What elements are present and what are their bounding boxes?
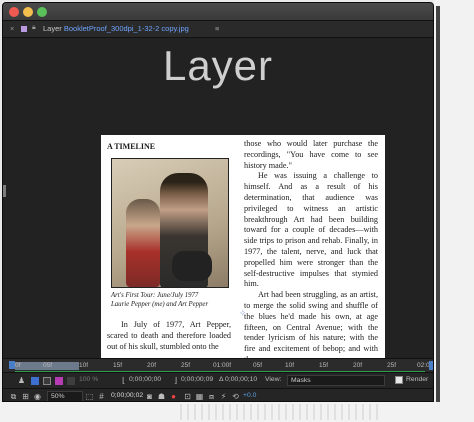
3d-view-icon[interactable]: ⧈ [207,392,216,401]
label-color-swatch [21,26,27,32]
view-dropdown-value: Masks [291,377,311,384]
right-paragraph-1: those who would later purchase the recor… [244,139,378,170]
panel-menu-icon[interactable]: ≡ [215,24,219,33]
tour-photo [111,158,229,288]
background-sketch [180,404,380,420]
ruler-tick: 10f [285,362,295,369]
zoom-window-button[interactable] [37,7,47,17]
ruler-tick: 0f [15,362,21,369]
right-column-text: those who would later purchase the recor… [244,139,378,359]
view-label: View: [265,376,282,383]
eye-icon[interactable]: ◉ [33,392,42,401]
switch-view-icon[interactable]: ⊞ [21,392,30,401]
booklet-page-image: A TIMELINE Art's First Tour: June/July 1… [101,135,385,359]
grid-icon[interactable]: # [97,392,106,401]
ruler-tick: 05f [253,362,263,369]
left-paragraph: In July of 1977, Art Pepper, scared to d… [107,320,231,351]
adjacent-window-edge [436,6,440,402]
channel-gray-swatch[interactable] [43,377,51,385]
layer-title-text: Layer [162,42,274,89]
caption-line-1: Art's First Tour: June/July 1977 [111,292,199,299]
layer-controls-bar: ♟ 100 % ⌊ 0;00;00;00 ⌋ 0;00;00;09 Δ 0;00… [3,372,433,388]
panel-tab[interactable]: Layer BookletProof_300dpi_1-32-2 copy.jp… [43,24,189,33]
left-edge-marker [3,185,6,197]
window-titlebar[interactable] [3,3,433,21]
layer-viewer[interactable]: Layer A TIMELINE Art's First Tour: June/… [3,38,433,359]
ruler-tick: 01:00f [213,362,232,369]
out-point-icon[interactable]: ⌋ [171,376,180,385]
show-snapshot-icon[interactable]: ☗ [157,392,166,401]
snapshot-icon[interactable]: ◙ [145,392,154,401]
anchor-point-icon[interactable]: ✧ [239,308,249,318]
current-time[interactable]: 0;00;00;02 [111,392,143,399]
background-desktop-bottom [0,402,474,422]
color-channel-icon[interactable]: ● [169,392,178,401]
instrument-case [172,251,212,281]
exposure-value[interactable]: +0.0 [243,392,256,399]
right-paragraph-3: Art had been struggling, as an artist, t… [244,290,378,359]
ruler-tick: 05f [43,362,53,369]
viewer-options-bar: ⧉ ⊞ ◉ 50% ⬚ # 0;00;00;02 ◙ ☗ ● ⊡ ▦ ⧈ ⚡ ⟲… [3,388,433,401]
render-checkbox[interactable] [395,376,403,384]
minimize-window-button[interactable] [23,7,33,17]
page-heading: A TIMELINE [107,142,156,151]
channel-blue-swatch[interactable] [31,377,39,385]
render-label: Render [406,376,429,383]
ruler-tick: 15f [319,362,329,369]
in-point-time[interactable]: 0;00;00;00 [129,376,161,383]
reset-exposure-icon[interactable]: ⟲ [231,392,240,401]
person-icon[interactable]: ♟ [17,376,26,385]
ruler-tick: 20f [353,362,363,369]
always-preview-icon[interactable]: ⧉ [9,392,18,401]
duration-time: Δ 0;00;00;10 [219,376,258,383]
ruler-tick: 20f [147,362,157,369]
caption-line-2: Laurie Pepper (me) and Art Pepper [111,300,209,308]
tab-prefix: Layer [43,24,62,33]
in-point-icon[interactable]: ⌊ [119,376,128,385]
fast-previews-icon[interactable]: ⚡ [219,392,228,401]
opacity-value[interactable]: 100 % [79,376,98,383]
out-point-time[interactable]: 0;00;00;09 [181,376,213,383]
time-ruler[interactable]: 0f 05f 10f 15f 20f 25f 01:00f 05f 10f 15… [3,358,433,373]
person-figure-left [126,199,160,287]
zoom-value: 50% [51,393,65,400]
ruler-tick: 15f [113,362,123,369]
transparency-grid-icon[interactable]: ▦ [195,392,204,401]
ruler-tick: 25f [181,362,191,369]
layer-viewer-window: × 🔒︎ Layer BookletProof_300dpi_1-32-2 co… [2,2,434,402]
ruler-tick: 02:0 [417,362,430,369]
view-dropdown[interactable]: Masks [287,375,385,386]
left-column-text: In July of 1977, Art Pepper, scared to d… [107,320,231,352]
ruler-tick: 25f [387,362,397,369]
close-tab-icon[interactable]: × [10,24,14,33]
right-paragraph-2: He was issuing a challenge to himself. A… [244,171,378,289]
close-window-button[interactable] [9,7,19,17]
panel-tab-bar: × 🔒︎ Layer BookletProof_300dpi_1-32-2 co… [3,21,433,38]
zoom-dropdown[interactable]: 50% [47,391,83,401]
title-safe-icon[interactable]: ⬚ [85,392,94,401]
ruler-tick: 10f [79,362,89,369]
opacity-swatch[interactable] [67,377,75,385]
tab-filename: BookletProof_300dpi_1-32-2 copy.jpg [63,24,189,33]
lock-icon[interactable]: 🔒︎ [32,24,36,32]
region-of-interest-icon[interactable]: ⊡ [183,392,192,401]
photo-caption: Art's First Tour: June/July 1977 Laurie … [111,292,208,309]
background-desktop-strip [434,0,474,402]
label-magenta-swatch[interactable] [55,377,63,385]
